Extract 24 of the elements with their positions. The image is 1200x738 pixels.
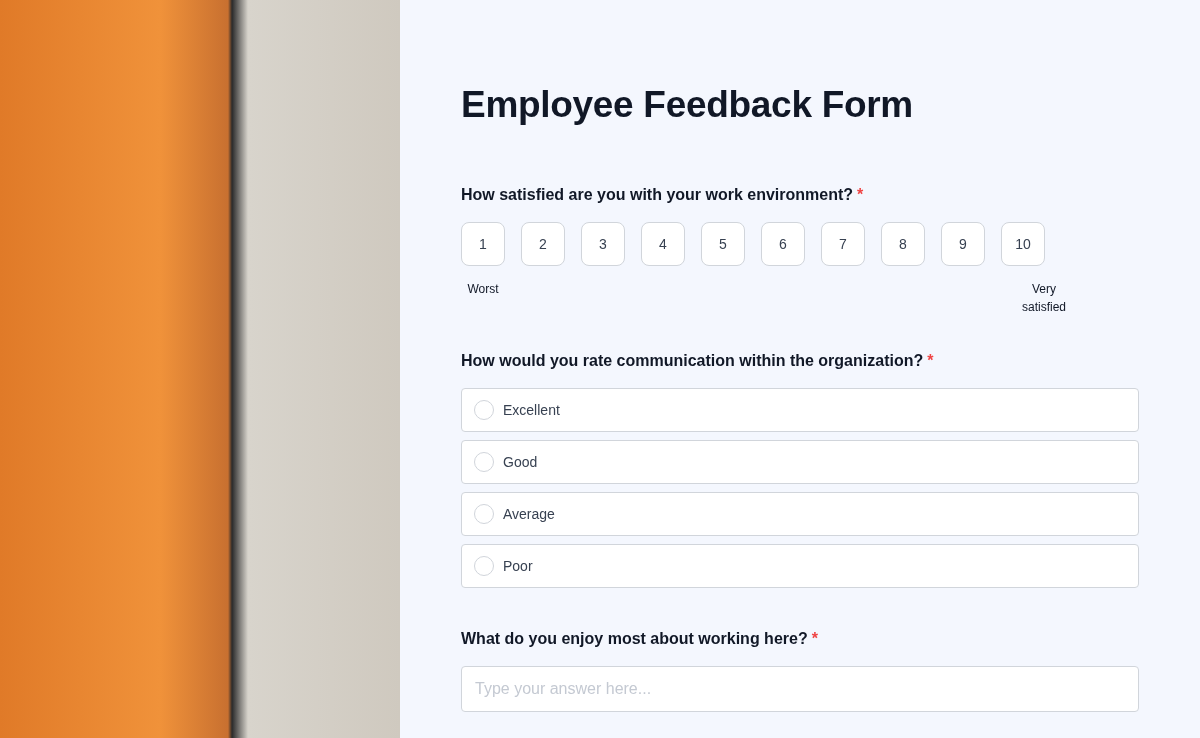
rating-button[interactable]: 10 (1001, 222, 1045, 266)
rating-button[interactable]: 4 (641, 222, 685, 266)
rating-button[interactable]: 1 (461, 222, 505, 266)
radio-option[interactable]: Excellent (461, 388, 1139, 432)
radio-option[interactable]: Poor (461, 544, 1139, 588)
radio-option[interactable]: Average (461, 492, 1139, 536)
rating-button[interactable]: 7 (821, 222, 865, 266)
rating-button[interactable]: 6 (761, 222, 805, 266)
question-label: How would you rate communication within the organization? (461, 352, 924, 369)
scale-min-label: Worst (466, 281, 500, 298)
question-label: What do you enjoy most about working here? (461, 630, 808, 647)
required-mark: * (927, 352, 934, 369)
radio-option[interactable]: Good (461, 440, 1139, 484)
rating-button[interactable]: 8 (881, 222, 925, 266)
rating-button[interactable]: 3 (581, 222, 625, 266)
rating-button[interactable]: 9 (941, 222, 985, 266)
scale-max-label: Very satisfied (1021, 281, 1067, 316)
required-mark: * (811, 630, 818, 647)
rating-button[interactable]: 2 (521, 222, 565, 266)
question-label: How satisfied are you with your work environment? (461, 186, 854, 203)
required-mark: * (857, 186, 864, 203)
answer-field[interactable]: Type your answer here... (461, 666, 1139, 712)
rating-button[interactable]: 5 (701, 222, 745, 266)
form-title: Employee Feedback Form (461, 84, 914, 126)
